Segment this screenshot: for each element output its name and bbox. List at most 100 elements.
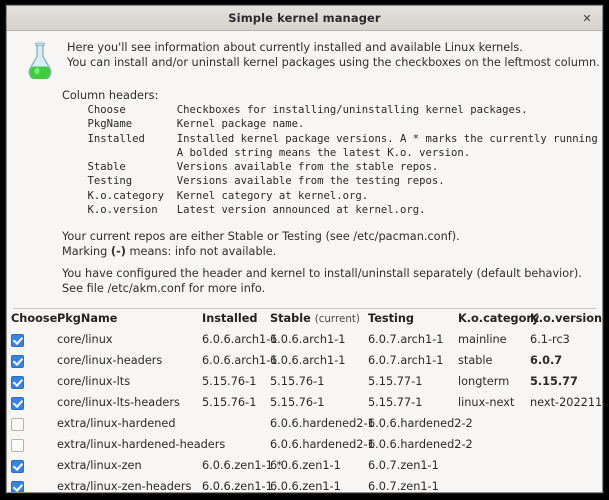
col-header-version[interactable]: K.o.version	[530, 309, 602, 329]
notes-marking-line: Marking (-) means: info not available.	[62, 244, 592, 259]
package-checkbox[interactable]	[11, 480, 24, 492]
col-header-category[interactable]: K.o.category	[458, 309, 539, 329]
row-version: 6.1-rc3	[530, 333, 570, 347]
row-pkgname: extra/linux-zen-headers	[57, 480, 192, 493]
row-category: longterm	[458, 375, 510, 389]
package-checkbox[interactable]	[11, 354, 24, 368]
col-header-stable[interactable]: Stable (current)	[270, 309, 368, 329]
row-installed: 6.0.6.zen1-1	[202, 480, 273, 493]
kernel-manager-window: Simple kernel manager ✕ Here you'll see …	[6, 5, 603, 493]
package-checkbox[interactable]	[11, 333, 24, 347]
marking-prefix: Marking	[62, 245, 111, 259]
legend-row: Installed Installed kernel package versi…	[62, 132, 603, 145]
notes-block: Your current repos are either Stable or …	[62, 229, 592, 296]
row-stable: 5.15.76-1	[270, 396, 325, 410]
row-stable: 6.0.6.arch1-1	[270, 333, 346, 347]
package-checkbox[interactable]	[11, 375, 24, 389]
row-stable: 6.0.6.zen1-1	[270, 480, 341, 493]
table-row[interactable]: core/linux-lts-headers 5.15.76-1 5.15.76-1…	[11, 392, 603, 413]
row-choose-cell	[11, 371, 57, 392]
flask-icon	[23, 41, 57, 81]
row-testing: 6.0.7.zen1-1	[368, 480, 439, 493]
legend-row: A bolded string means the latest K.o. ve…	[62, 146, 471, 159]
row-category: linux-next	[458, 396, 515, 410]
package-checkbox[interactable]	[11, 459, 24, 473]
row-choose-cell	[11, 329, 57, 350]
legend-row: Choose Checkboxes for installing/uninsta…	[62, 104, 528, 116]
legend-row: K.o.category Kernel category at kernel.o…	[62, 189, 369, 202]
col-header-pkgname[interactable]: PkgName	[57, 309, 202, 329]
row-testing: 5.15.77-1	[368, 375, 423, 389]
col-header-testing[interactable]: Testing	[368, 309, 458, 329]
row-version	[530, 476, 600, 492]
package-checkbox[interactable]	[11, 396, 24, 410]
row-category: stable	[458, 354, 493, 368]
row-installed: 6.0.6.zen1-1 *	[202, 459, 283, 473]
col-header-choose[interactable]: Choose	[11, 309, 57, 329]
intro-line-2: You can install and/or uninstall kernel …	[67, 56, 600, 69]
row-testing: 5.15.77-1	[368, 396, 423, 410]
row-choose-cell	[11, 350, 57, 371]
col-header-stable-label: Stable	[270, 312, 311, 326]
legend-row: Stable Versions available from the stabl…	[62, 161, 439, 174]
row-installed: 5.15.76-1	[202, 375, 257, 389]
row-installed	[202, 413, 270, 434]
row-pkgname: extra/linux-zen	[57, 459, 142, 473]
row-pkgname: core/linux-lts	[57, 375, 131, 389]
legend-row: Testing Versions available from the test…	[62, 175, 445, 188]
row-version	[530, 413, 600, 434]
row-choose-cell	[11, 455, 57, 476]
row-version: 6.0.7	[530, 354, 563, 368]
row-stable: 6.0.6.zen1-1	[270, 459, 341, 473]
row-pkgname: extra/linux-hardened	[57, 417, 176, 431]
package-checkbox[interactable]	[11, 417, 24, 431]
table-header-row: Choose PkgName Installed Stable (current…	[11, 309, 602, 329]
window-title: Simple kernel manager	[228, 11, 381, 25]
package-table: Choose PkgName Installed Stable (current…	[11, 309, 603, 493]
table-row[interactable]: core/linux-headers 6.0.6.arch1-1 6.0.6.arc…	[11, 350, 600, 371]
row-installed: 6.0.6.arch1-1	[202, 333, 278, 347]
marking-suffix: means: info not available.	[125, 245, 277, 259]
notes-repos-line: Your current repos are either Stable or …	[62, 230, 460, 244]
row-category	[458, 476, 530, 492]
legend-heading: Column headers:	[62, 89, 159, 102]
row-stable: 6.0.6.arch1-1	[270, 354, 346, 368]
marking-symbol: (-)	[110, 245, 126, 259]
col-header-stable-sub: (current)	[314, 313, 360, 326]
row-stable: 6.0.6.hardened2-1	[270, 438, 375, 452]
package-checkbox[interactable]	[11, 438, 24, 452]
table-row[interactable]: extra/linux-hardened-headers 6.0.6.harden…	[11, 434, 600, 455]
col-header-installed[interactable]: Installed	[202, 309, 270, 329]
titlebar: Simple kernel manager ✕	[7, 6, 602, 31]
row-version: 5.15.77	[530, 375, 578, 389]
table-row[interactable]: core/linux-lts 5.15.76-1 5.15.76-1 5.15.77-…	[11, 371, 600, 392]
intro-block: Here you'll see information about curren…	[17, 39, 600, 81]
legend-row: PkgName Kernel package name.	[62, 118, 305, 131]
table-row[interactable]: extra/linux-zen 6.0.6.zen1-1 * 6.0.6.zen1-…	[11, 455, 600, 476]
row-pkgname: core/linux	[57, 333, 113, 347]
row-testing: 6.0.7.arch1-1	[368, 354, 444, 368]
table-row[interactable]: core/linux 6.0.6.arch1-1 6.0.6.arch1-1 6.0.…	[11, 329, 600, 350]
row-choose-cell	[11, 392, 57, 413]
notes-config-line-2: See file /etc/akm.conf for more info.	[62, 282, 266, 296]
row-pkgname: core/linux-headers	[57, 354, 163, 368]
row-stable: 5.15.76-1	[270, 375, 325, 389]
intro-lines: Here you'll see information about curren…	[67, 40, 600, 70]
intro-line-1: Here you'll see information about curren…	[67, 41, 523, 54]
row-testing: 6.0.7.arch1-1	[368, 333, 444, 347]
row-installed: 5.15.76-1	[202, 396, 257, 410]
close-icon[interactable]: ✕	[578, 9, 596, 27]
row-version: next-20221104	[530, 396, 603, 410]
package-table-body: core/linux 6.0.6.arch1-1 6.0.6.arch1-1 6.0.…	[11, 329, 603, 493]
row-version	[530, 455, 600, 476]
package-table-wrap: Choose PkgName Installed Stable (current…	[11, 308, 603, 493]
table-row[interactable]: extra/linux-zen-headers 6.0.6.zen1-1 6.0.6…	[11, 476, 600, 493]
row-pkgname: extra/linux-hardened-headers	[57, 438, 226, 452]
row-testing: 6.0.7.zen1-1	[368, 459, 439, 473]
row-category: mainline	[458, 333, 507, 347]
table-row[interactable]: extra/linux-hardened 6.0.6.hardened2-1 6.0…	[11, 413, 600, 434]
info-area: Here you'll see information about curren…	[7, 31, 603, 309]
row-version	[530, 434, 600, 455]
row-installed: 6.0.6.arch1-1	[202, 354, 278, 368]
row-stable: 6.0.6.hardened2-1	[270, 417, 375, 431]
